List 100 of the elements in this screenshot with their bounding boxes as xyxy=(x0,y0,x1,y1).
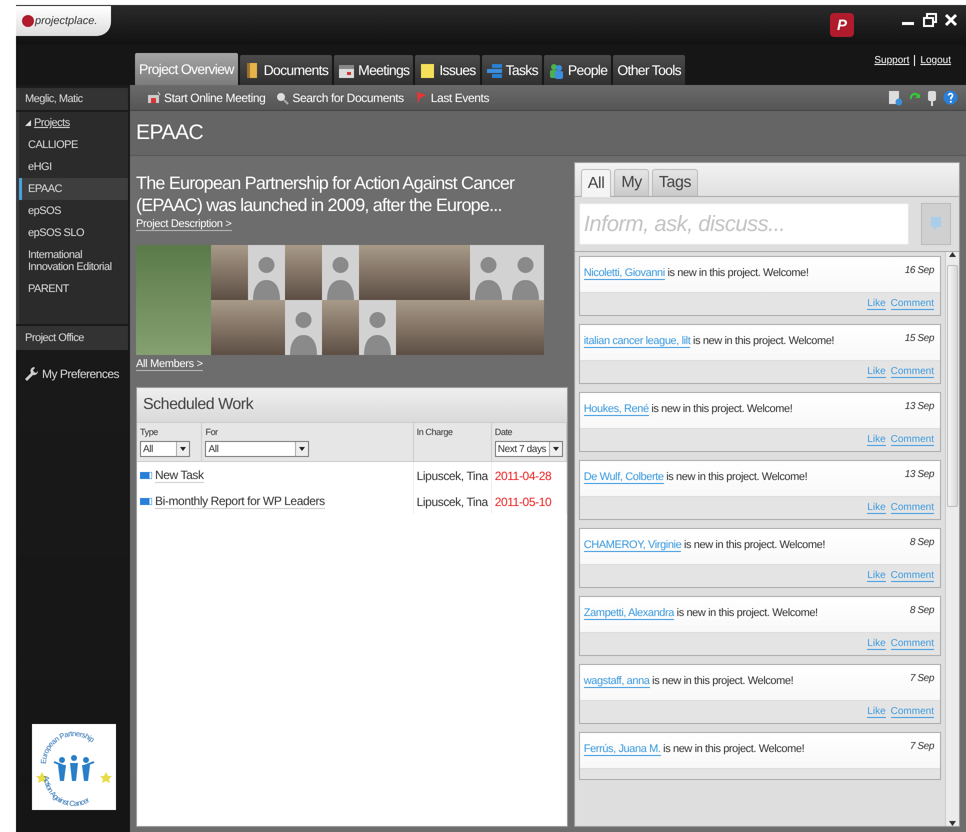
post-date: 13 Sep xyxy=(904,469,934,482)
filter-dropdown[interactable]: All xyxy=(205,441,310,457)
member-photo[interactable] xyxy=(507,300,544,355)
member-photo[interactable] xyxy=(136,245,211,355)
member-silhouette[interactable] xyxy=(322,245,359,300)
member-photo[interactable] xyxy=(396,300,433,355)
logo-text: projectplace. xyxy=(35,15,98,27)
panel-title: Scheduled Work xyxy=(137,388,567,423)
triangle-icon xyxy=(25,120,31,126)
post-message: De Wulf, Colberte is new in this project. Welcome! xyxy=(584,470,808,483)
meeting-icon xyxy=(147,90,161,104)
project-item[interactable]: EPAAC xyxy=(19,178,128,200)
feed-tab[interactable]: All xyxy=(580,169,612,197)
projects-header[interactable]: Projects xyxy=(19,112,128,134)
post-message: Ferrús, Juana M. is new in this project. Welcome! xyxy=(584,742,806,755)
member-photo[interactable] xyxy=(211,300,248,355)
member-silhouette[interactable] xyxy=(248,245,285,300)
post-message: italian cancer league, lilt is new in this project. Welcome! xyxy=(584,334,836,347)
message-field[interactable]: Inform, ask, discuss... xyxy=(578,203,909,245)
header-link[interactable]: Support xyxy=(869,55,914,66)
user-name: Meglic, Matic xyxy=(16,88,128,110)
all-members-link[interactable]: All Members > xyxy=(136,358,203,371)
feed-tab[interactable]: My xyxy=(614,169,649,196)
help-icon[interactable] xyxy=(943,90,958,105)
post-date: 7 Sep xyxy=(910,741,934,754)
magnifier-icon xyxy=(275,90,290,104)
task-icon xyxy=(140,498,152,505)
nav-tab[interactable]: Tasks xyxy=(482,55,542,85)
close-icon[interactable] xyxy=(944,13,958,27)
project-item[interactable]: epSOS xyxy=(19,200,128,222)
bars-icon xyxy=(486,62,503,78)
logo-mark-icon xyxy=(22,15,34,27)
project-item[interactable]: PARENT xyxy=(19,278,128,300)
column-label: Date xyxy=(494,427,514,437)
filter-dropdown[interactable]: Next 7 days xyxy=(494,441,563,457)
member-photo[interactable] xyxy=(433,245,470,300)
member-photo[interactable] xyxy=(322,300,359,355)
task-icon xyxy=(140,472,152,479)
member-silhouette[interactable] xyxy=(470,245,507,300)
member-silhouette[interactable] xyxy=(285,300,322,355)
member-silhouette[interactable] xyxy=(507,245,544,300)
project-item[interactable]: epSOS SLO xyxy=(19,222,128,244)
project-title: EPAAC xyxy=(130,111,966,156)
page-add-icon[interactable] xyxy=(888,90,902,106)
toolbar-button[interactable]: Start Online Meeting xyxy=(142,90,270,104)
caret-icon xyxy=(552,447,559,451)
preferences-link[interactable]: My Preferences xyxy=(16,352,130,396)
people-icon xyxy=(548,62,565,78)
toolbar-button[interactable]: Last Events xyxy=(408,90,494,104)
nav-tab[interactable]: Issues xyxy=(415,55,480,85)
post-date: 8 Sep xyxy=(910,537,934,550)
speech-bubble-icon xyxy=(929,215,943,233)
pin-icon[interactable] xyxy=(926,90,938,106)
projects-label: Projects xyxy=(34,117,70,129)
task-link[interactable]: New Task xyxy=(155,468,204,483)
table-cell: Lipuscek, Tina xyxy=(416,468,488,482)
post-message: wagstaff, anna is new in this project. Welcome! xyxy=(584,674,794,687)
scroll-up-icon xyxy=(949,252,956,257)
post-date: 7 Sep xyxy=(910,673,934,686)
project-item[interactable]: International Innovation Editorial xyxy=(19,244,128,278)
nav-tab[interactable]: Documents xyxy=(240,55,332,85)
column-label: Type xyxy=(140,427,159,437)
caret-icon xyxy=(299,447,306,451)
project-description: The European Partnership for Action Against Cancer (EPAAC) was launched in 2009, after the Europe... xyxy=(136,172,516,216)
post-date: 16 Sep xyxy=(904,265,934,278)
project-item[interactable]: eHGI xyxy=(19,156,128,178)
feed-tab[interactable]: Tags xyxy=(652,169,698,196)
table-cell: Lipuscek, Tina xyxy=(416,494,488,508)
post-date: 8 Sep xyxy=(910,605,934,618)
wrench-icon xyxy=(24,366,38,382)
column-label: For xyxy=(205,427,219,437)
project-item[interactable]: CALLIOPE xyxy=(19,134,128,156)
project-office-item[interactable]: Project Office xyxy=(16,326,128,350)
project-description-link[interactable]: Project Description > xyxy=(136,218,232,231)
member-silhouette[interactable] xyxy=(359,300,396,355)
nav-tab[interactable]: People xyxy=(544,55,612,85)
date-cell: 2011-05-10 xyxy=(494,494,552,508)
column-label: In Charge xyxy=(416,427,454,437)
header-link[interactable]: Logout xyxy=(914,55,956,66)
sticky-note-icon xyxy=(419,62,436,78)
date-cell: 2011-04-28 xyxy=(494,468,552,482)
member-photo[interactable] xyxy=(285,245,322,300)
post-message: CHAMEROY, Virginie is new in this project. Welcome! xyxy=(584,538,826,551)
post-message: Houkes, René is new in this project. Welcome! xyxy=(584,402,794,415)
member-photo[interactable] xyxy=(359,245,396,300)
nav-tab[interactable]: Other Tools xyxy=(613,55,685,85)
member-photo[interactable] xyxy=(248,300,285,355)
restore-icon[interactable] xyxy=(922,13,938,27)
post-date: 15 Sep xyxy=(904,333,934,346)
member-photo[interactable] xyxy=(211,245,248,300)
scrollbar[interactable] xyxy=(945,252,959,826)
post-message: Zampetti, Alexandra is new in this project. Welcome! xyxy=(584,606,819,619)
toolbar-button[interactable]: Search for Documents xyxy=(270,90,409,104)
task-link[interactable]: Bi-monthly Report for WP Leaders xyxy=(155,494,325,509)
caret-icon xyxy=(180,447,186,451)
post-date: 13 Sep xyxy=(904,401,934,414)
app-badge[interactable]: P xyxy=(830,13,854,37)
filter-dropdown[interactable]: All xyxy=(140,441,190,457)
scroll-down-icon xyxy=(949,821,956,826)
nav-tab[interactable]: Meetings xyxy=(334,55,414,85)
